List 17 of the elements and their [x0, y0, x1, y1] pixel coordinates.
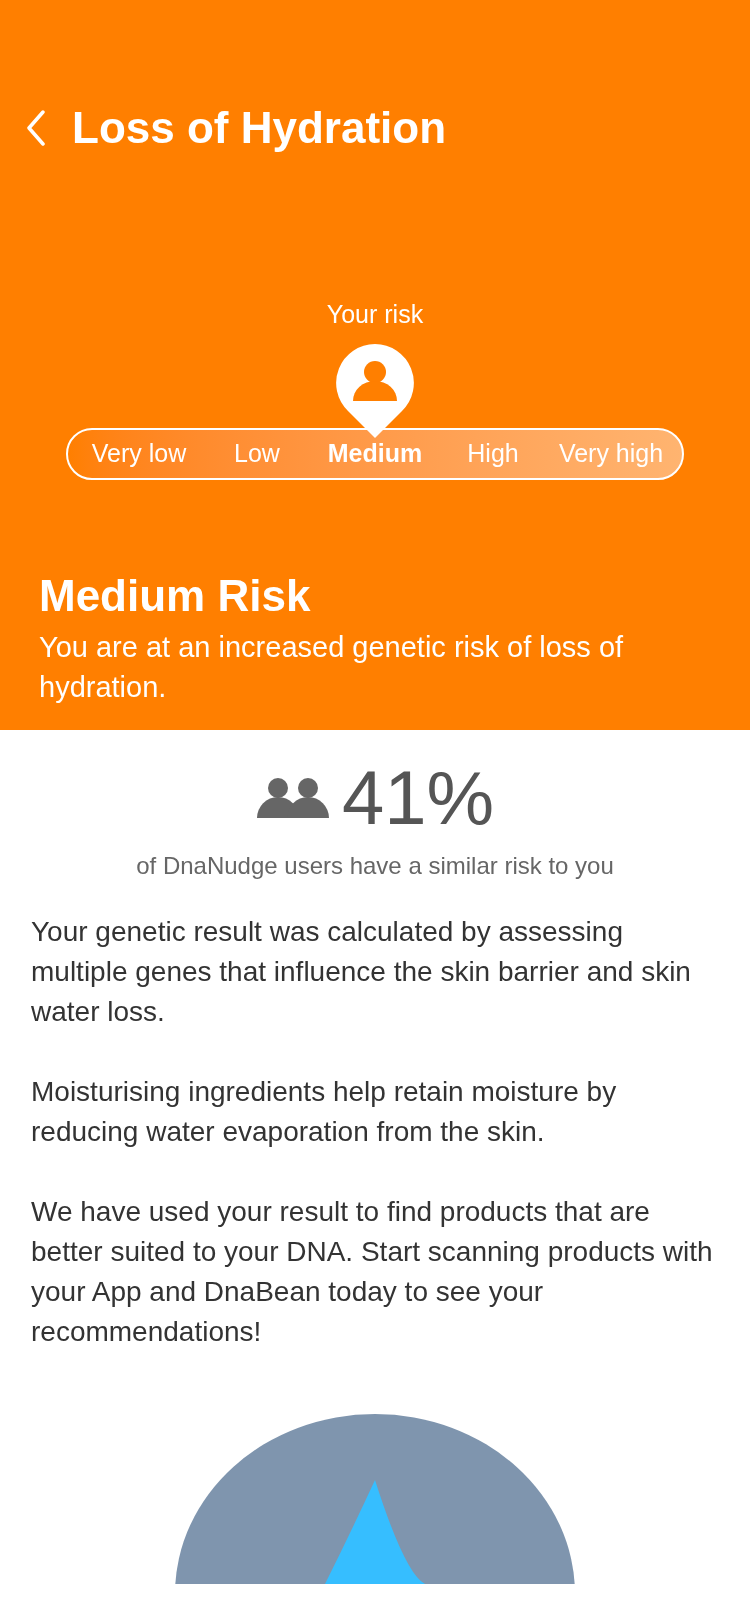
users-icon	[255, 776, 330, 820]
risk-level-label: Low	[233, 437, 281, 469]
info-paragraph: We have used your result to find products that are better suited to your DNA. Start scanning products with your App and DnaBean today to see your recommendations!	[31, 1195, 714, 1349]
risk-level-label: Medium	[326, 437, 424, 469]
risk-level-label: Very low	[90, 437, 188, 469]
info-paragraph: Moisturising ingredients help retain moisture by reducing water evaporation from the skin.	[31, 1075, 618, 1149]
info-paragraph: Your genetic result was calculated by assessing multiple genes that influence the skin barrier and skin water loss.	[31, 915, 692, 1029]
risk-level-label: Very high	[557, 437, 665, 469]
result-title: Medium Risk	[38, 569, 312, 622]
back-button[interactable]	[24, 108, 48, 148]
back-icon	[26, 110, 46, 146]
risk-label: Your risk	[326, 299, 424, 330]
stat-value: 41%	[341, 760, 495, 836]
stat-caption: of DnaNudge users have a similar risk to you	[136, 851, 614, 881]
risk-level-label: High	[466, 437, 520, 469]
page-title: Loss of Hydration	[72, 106, 447, 150]
result-description: You are at an increased genetic risk of loss of hydration.	[38, 629, 625, 705]
